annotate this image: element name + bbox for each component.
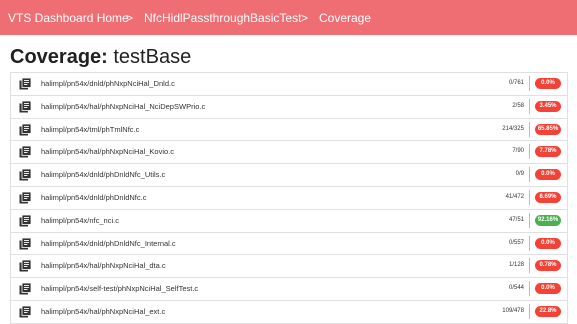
library-books-icon (19, 123, 31, 136)
file-row[interactable]: halimpl/pn54x/nfc_nci.c 47/51 92.16% (11, 210, 567, 233)
breadcrumb-separator: > (126, 11, 134, 25)
divider (529, 303, 530, 319)
file-row[interactable]: halimpl/pn54x/dnld/phDnldNfc_Utils.c 0/9 0… (11, 164, 567, 187)
coverage-badge: 92.16% (535, 214, 561, 226)
file-path-link[interactable]: halimpl/pn54x/self-test/phNxpNciHal_Self… (41, 284, 198, 293)
line-count: 41/472 (505, 193, 524, 200)
line-count: 0/761 (508, 80, 524, 86)
divider (529, 235, 530, 251)
coverage-badge: 22.8% (535, 305, 561, 317)
coverage-file-list: halimpl/pn54x/dnld/phNxpNciHal_Dnld.c 0/7… (10, 72, 568, 324)
file-path-link[interactable]: halimpl/pn54x/hal/phNxpNciHal_ext.c (41, 307, 165, 316)
breadcrumb-test[interactable]: NfcHidlPassthroughBasicTest (144, 11, 301, 25)
coverage-badge: 8.69% (535, 191, 561, 203)
library-books-icon (19, 237, 31, 250)
line-count: 0/9 (515, 171, 524, 178)
line-count: 1/128 (508, 262, 524, 269)
file-path-link[interactable]: halimpl/pn54x/dnld/phDnldNfc_Utils.c (41, 170, 165, 179)
divider (529, 189, 530, 205)
divider (529, 98, 530, 114)
coverage-badge: 0.78% (535, 260, 561, 272)
page-title-name: testBase (113, 46, 192, 68)
line-count: 109/478 (502, 307, 524, 314)
line-count: 0/544 (508, 285, 524, 292)
library-books-icon (19, 260, 31, 272)
file-row[interactable]: halimpl/pn54x/dnld/phNxpNciHal_Dnld.c 0/7… (11, 73, 567, 96)
file-row[interactable]: halimpl/pn54x/hal/phNxpNciHal_Kovio.c 7/9… (11, 141, 567, 165)
file-row[interactable]: halimpl/pn54x/hal/phNxpNciHal_NciDepSWPr… (11, 96, 567, 119)
divider (529, 281, 530, 297)
coverage-badge: 0.0% (535, 237, 561, 249)
line-count: 47/51 (508, 216, 524, 223)
coverage-badge: 0.0% (535, 169, 561, 181)
breadcrumb-coverage[interactable]: Coverage (319, 11, 371, 25)
divider (529, 144, 530, 160)
file-path-link[interactable]: halimpl/pn54x/dnld/phDnldNfc_Internal.c (41, 239, 176, 248)
divider (529, 76, 530, 91)
file-path-link[interactable]: halimpl/pn54x/hal/phNxpNciHal_NciDepSWPr… (41, 102, 205, 111)
library-books-icon (19, 169, 31, 181)
coverage-badge: 0.0% (535, 283, 561, 295)
file-row[interactable]: halimpl/pn54x/hal/phNxpNciHal_ext.c 109/4… (11, 301, 567, 324)
file-path-link[interactable]: halimpl/pn54x/dnld/phDnldNfc.c (41, 193, 146, 202)
page-title: Coverage: testBase (10, 46, 191, 69)
file-path-link[interactable]: halimpl/pn54x/hal/phNxpNciHal_dta.c (41, 261, 166, 270)
breadcrumb-separator: > (301, 11, 309, 25)
line-count: 0/557 (508, 239, 524, 246)
library-books-icon (19, 146, 31, 158)
divider (529, 167, 530, 183)
line-count: 214/325 (502, 125, 524, 132)
coverage-badge: 0.0% (535, 78, 561, 89)
coverage-badge: 65.85% (535, 123, 561, 135)
file-row[interactable]: halimpl/pn54x/self-test/phNxpNciHal_Self… (11, 278, 567, 301)
file-path-link[interactable]: halimpl/pn54x/nfc_nci.c (41, 216, 119, 225)
coverage-badge: 7.78% (535, 146, 561, 158)
library-books-icon (19, 305, 31, 318)
library-books-icon (19, 214, 31, 227)
file-path-link[interactable]: halimpl/pn54x/dnld/phNxpNciHal_Dnld.c (41, 79, 175, 88)
file-row[interactable]: halimpl/pn54x/hal/phNxpNciHal_dta.c 1/128… (11, 255, 567, 279)
file-row[interactable]: halimpl/pn54x/dnld/phDnldNfc_Internal.c 0… (11, 233, 567, 256)
coverage-badge: 3.45% (535, 100, 561, 112)
file-row[interactable]: halimpl/pn54x/tml/phTmlNfc.c 214/325 65.85… (11, 119, 567, 142)
divider (529, 121, 530, 137)
library-books-icon (19, 283, 31, 295)
breadcrumb-home[interactable]: VTS Dashboard Home (8, 11, 129, 25)
page-title-prefix: Coverage: (10, 46, 108, 68)
divider (529, 258, 530, 274)
file-path-link[interactable]: halimpl/pn54x/tml/phTmlNfc.c (41, 125, 139, 134)
file-row[interactable]: halimpl/pn54x/dnld/phDnldNfc.c 41/472 8.69… (11, 187, 567, 210)
line-count: 2/58 (512, 102, 524, 109)
library-books-icon (19, 191, 31, 204)
line-count: 7/90 (512, 148, 524, 155)
file-path-link[interactable]: halimpl/pn54x/hal/phNxpNciHal_Kovio.c (41, 147, 174, 156)
top-nav-bar: VTS Dashboard Home > NfcHidlPassthroughB… (0, 0, 577, 35)
divider (529, 212, 530, 228)
library-books-icon (19, 78, 31, 90)
library-books-icon (19, 100, 31, 113)
